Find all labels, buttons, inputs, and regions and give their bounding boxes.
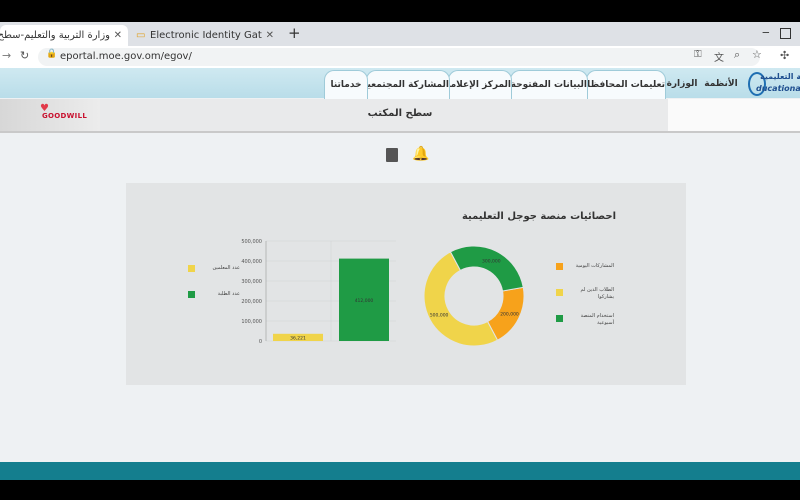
key-icon[interactable]: ⚿ <box>694 49 702 60</box>
page-title-bar: ♥ GOODWILL سطح المكتب <box>0 99 800 133</box>
donut-slice-label: 500,000 <box>430 313 449 319</box>
new-tab-icon[interactable]: + <box>288 24 301 42</box>
forward-arrow-icon[interactable]: → <box>2 49 11 62</box>
legend-label: عدد الطلبة <box>217 291 240 297</box>
logo-subtext: ducational Po <box>756 84 800 93</box>
logo-text: ية التعليمية <box>760 72 800 81</box>
bell-icon[interactable]: 🔔 <box>412 146 429 162</box>
omnibox[interactable]: 🔒 eportal.moe.gov.om/egov/ ⚿ 文 ⌕ ☆ <box>38 48 762 66</box>
donut-slice-label: 200,000 <box>500 311 519 317</box>
nav-item-ministry[interactable]: الوزارة <box>664 70 700 98</box>
tab-title: وزارة التربية والتعليم-سطح المكتب <box>0 30 110 41</box>
bar-value-label: 412,000 <box>355 298 374 304</box>
browser-tab[interactable]: ▭ Electronic Identity Gateway | Aut ✕ <box>132 25 280 46</box>
legend-swatch <box>556 263 563 270</box>
nav-item-services[interactable]: خدماتنا <box>324 70 368 99</box>
y-tick-label: 100,000 <box>241 319 262 325</box>
stats-panel: احصائيات منصة جوجل التعليمية 200,000 500,… <box>126 183 686 385</box>
donut-slice-label: 300,000 <box>482 258 501 264</box>
donut-chart: 200,000 500,000 300,000 <box>423 245 525 347</box>
bar-value-label: 36,221 <box>290 335 306 341</box>
lock-icon: 🔒 <box>46 49 58 59</box>
address-bar-row: → ↻ 🔒 eportal.moe.gov.om/egov/ ⚿ 文 ⌕ ☆ ✣ <box>0 46 800 69</box>
legend-swatch <box>188 265 195 272</box>
browser-tab-active[interactable]: وزارة التربية والتعليم-سطح المكتب ✕ <box>0 25 128 46</box>
legend-label: الطلاب الذين لم يشاركوا <box>580 287 614 300</box>
tab-favicon-icon: ▭ <box>136 30 146 41</box>
title-bar-highlight <box>668 99 800 131</box>
legend-label: عدد المعلمين <box>212 265 241 271</box>
legend-swatch <box>188 291 195 298</box>
nav-item-systems[interactable]: الأنظمة <box>700 70 742 98</box>
goodwill-banner: ♥ GOODWILL <box>0 99 100 131</box>
translate-icon[interactable]: 文 <box>714 49 724 64</box>
tab-title: Electronic Identity Gateway | Aut <box>150 30 262 41</box>
nav-item-community[interactable]: المشاركة المجتمعية <box>362 70 450 99</box>
y-tick-label: 400,000 <box>241 259 262 265</box>
main-nav: ية التعليمية ducational Po الأنظمة الوزا… <box>0 68 800 99</box>
site-logo[interactable]: ية التعليمية ducational Po <box>742 70 800 98</box>
goodwill-logo: GOODWILL <box>42 112 88 120</box>
url-text: eportal.moe.gov.om/egov/ <box>60 51 192 62</box>
nav-item-open-data[interactable]: البيانات المفتوحة <box>510 70 588 99</box>
close-icon[interactable]: ✕ <box>114 25 122 46</box>
bar-chart: 0 100,000 200,000 300,000 400,000 500,000 36,2… <box>241 239 396 345</box>
reload-icon[interactable]: ↻ <box>20 49 29 62</box>
page-title: سطح المكتب <box>367 108 433 119</box>
y-tick-label: 300,000 <box>241 279 262 285</box>
legend-swatch <box>556 315 563 322</box>
y-tick-label: 0 <box>259 339 262 345</box>
page-footer <box>0 462 800 480</box>
y-tick-label: 200,000 <box>241 299 262 305</box>
donut-slice <box>449 245 524 292</box>
zoom-icon[interactable]: ⌕ <box>734 48 740 62</box>
nav-item-governorates[interactable]: تعليمات المحافظات <box>578 70 666 99</box>
browser-tab-bar: وزارة التربية والتعليم-سطح المكتب ✕ ▭ El… <box>0 22 800 46</box>
maximize-icon[interactable] <box>780 28 791 39</box>
legend-label: المشاركات اليومية <box>575 263 614 269</box>
y-tick-label: 500,000 <box>241 239 262 245</box>
clipboard-icon[interactable] <box>386 148 398 162</box>
portal-page: ية التعليمية ducational Po الأنظمة الوزا… <box>0 68 800 462</box>
minimize-icon[interactable]: ‒ <box>762 25 770 39</box>
stats-title: احصائيات منصة جوجل التعليمية <box>461 211 616 222</box>
legend-swatch <box>556 289 563 296</box>
close-icon[interactable]: ✕ <box>266 25 274 46</box>
nav-item-media-center[interactable]: المركز الإعلامي <box>441 70 512 99</box>
legend-label: استخدام المنصة أسبوعية <box>580 313 614 326</box>
extensions-icon[interactable]: ✣ <box>780 49 789 62</box>
star-icon[interactable]: ☆ <box>752 48 762 61</box>
